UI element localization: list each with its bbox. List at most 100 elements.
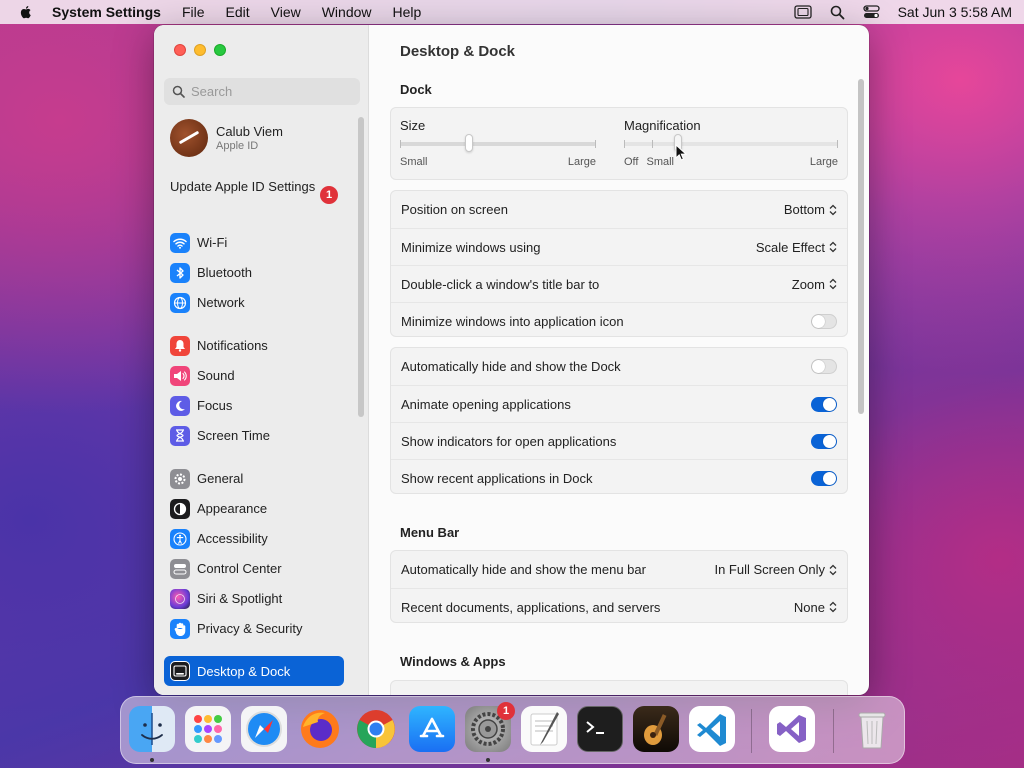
menu-view[interactable]: View (271, 4, 301, 20)
menu-help[interactable]: Help (393, 4, 422, 20)
menu-bar: System Settings File Edit View Window He… (0, 0, 1024, 24)
show-recent-apps-row: Show recent applications in Dock (391, 459, 847, 496)
sidebar-item-screen-time[interactable]: Screen Time (164, 422, 344, 449)
running-indicator (150, 758, 154, 762)
menu-edit[interactable]: Edit (226, 4, 250, 20)
sidebar-item-label: Focus (197, 398, 233, 413)
dock-behavior-group: Automatically hide and show the Dock Ani… (390, 347, 848, 494)
switches-icon (170, 558, 190, 579)
menubar-clock[interactable]: Sat Jun 3 5:58 AM (898, 4, 1012, 20)
minimize-into-app-icon-toggle[interactable] (811, 313, 837, 329)
chevron-updown-icon (829, 241, 837, 253)
sidebar-item-sound[interactable]: Sound (164, 362, 344, 389)
safari-icon[interactable] (241, 706, 287, 752)
row-label: Show indicators for open applications (401, 433, 617, 449)
finder-icon[interactable] (129, 706, 175, 752)
popup-value: Bottom (783, 202, 825, 217)
garageband-icon[interactable] (633, 706, 679, 752)
launchpad-icon[interactable] (185, 706, 231, 752)
position-on-screen-popup[interactable]: Bottom (784, 202, 837, 217)
sidebar: Search Calub Viem Apple ID Update Apple … (154, 25, 369, 695)
row-label: Animate opening applications (401, 396, 571, 412)
sidebar-item-bluetooth[interactable]: Bluetooth (164, 259, 344, 286)
sidebar-item-label: Sound (197, 368, 235, 383)
row-label: Recent documents, applications, and serv… (401, 599, 661, 615)
menu-window[interactable]: Window (322, 4, 372, 20)
sidebar-item-desktop-dock[interactable]: Desktop & Dock (164, 656, 344, 686)
content-scrollbar[interactable] (858, 79, 864, 414)
apple-id-profile[interactable]: Calub Viem Apple ID (170, 119, 283, 157)
apple-menu-icon[interactable] (18, 4, 34, 20)
globe-icon (170, 292, 190, 313)
row-label: Automatically hide and show the menu bar (401, 562, 646, 577)
sidebar-item-label: Privacy & Security (197, 621, 303, 636)
sidebar-item-label: Appearance (197, 501, 268, 516)
auto-hide-menu-bar-popup[interactable]: In Full Screen Only (714, 562, 837, 577)
chevron-updown-icon (829, 204, 837, 215)
size-slider[interactable] (400, 134, 596, 152)
dock-size-group: Size Small Large Magnification Off Small… (390, 107, 848, 180)
sidebar-item-notifications[interactable]: Notifications (164, 332, 344, 359)
search-field[interactable]: Search (164, 78, 360, 105)
sidebar-item-focus[interactable]: Focus (164, 392, 344, 419)
moon-icon (170, 395, 190, 416)
sidebar-item-label: Notifications (197, 338, 268, 353)
textedit-icon[interactable] (521, 706, 567, 752)
auto-hide-dock-toggle[interactable] (811, 359, 837, 374)
dock-options-group: Position on screen Bottom Minimize windo… (390, 190, 848, 337)
magnification-max-label: Large (809, 156, 838, 168)
magnification-off-label: Off (624, 156, 639, 168)
sidebar-item-siri-spotlight[interactable]: Siri & Spotlight (164, 585, 344, 612)
close-window-button[interactable] (174, 44, 186, 56)
recent-documents-popup[interactable]: None (794, 600, 837, 615)
zoom-window-button[interactable] (214, 44, 226, 56)
stage-manager-icon[interactable] (793, 5, 812, 19)
row-label: Show recent applications in Dock (401, 470, 593, 486)
minimize-window-button[interactable] (194, 44, 206, 56)
double-click-action-popup[interactable]: Zoom (792, 277, 837, 292)
siri-icon (170, 588, 190, 609)
sidebar-item-accessibility[interactable]: Accessibility (164, 525, 344, 552)
sidebar-item-appearance[interactable]: Appearance (164, 495, 344, 522)
control-center-icon[interactable] (862, 5, 880, 19)
sidebar-item-control-center[interactable]: Control Center (164, 555, 344, 582)
show-indicators-toggle[interactable] (811, 433, 837, 449)
section-heading-windows-apps: Windows & Apps (400, 654, 506, 669)
sidebar-item-general[interactable]: General (164, 465, 344, 492)
mouse-cursor-icon (675, 144, 687, 161)
search-icon (172, 85, 185, 98)
running-indicator (486, 758, 490, 762)
magnification-slider-block: Magnification Off Small Large (624, 118, 838, 168)
firefox-icon[interactable] (297, 706, 343, 752)
speaker-icon (170, 365, 190, 386)
spotlight-search-icon[interactable] (830, 5, 845, 20)
popup-value: Scale Effect (755, 239, 825, 255)
trash-icon[interactable] (849, 706, 895, 752)
sidebar-item-privacy-security[interactable]: Privacy & Security (164, 615, 344, 642)
system-settings-window: Search Calub Viem Apple ID Update Apple … (154, 25, 869, 695)
chrome-icon[interactable] (353, 706, 399, 752)
magnification-slider[interactable] (624, 134, 838, 152)
magnification-min-label: Small (646, 156, 674, 168)
terminal-icon[interactable] (577, 706, 623, 752)
vscode-icon[interactable] (689, 706, 735, 752)
page-title: Desktop & Dock (400, 43, 516, 60)
minimize-effect-popup[interactable]: Scale Effect (756, 240, 837, 255)
row-label: Minimize windows into application icon (401, 313, 624, 329)
size-slider-knob[interactable] (464, 134, 473, 152)
sidebar-item-wifi[interactable]: Wi-Fi (164, 229, 344, 256)
menu-app-name[interactable]: System Settings (52, 4, 161, 20)
visual-studio-icon[interactable] (769, 706, 815, 752)
app-store-icon[interactable] (409, 706, 455, 752)
hand-icon (170, 618, 190, 639)
sidebar-item-label: Bluetooth (197, 265, 252, 280)
minimize-into-app-icon-row: Minimize windows into application icon (391, 302, 847, 339)
animate-opening-toggle[interactable] (811, 396, 837, 412)
sidebar-item-label: Desktop & Dock (197, 663, 291, 679)
bell-icon (170, 335, 190, 356)
show-recent-apps-toggle[interactable] (811, 470, 837, 486)
sidebar-scrollbar[interactable] (358, 117, 364, 417)
sidebar-item-network[interactable]: Network (164, 289, 344, 316)
menu-file[interactable]: File (182, 4, 205, 20)
size-label: Size (400, 118, 426, 133)
